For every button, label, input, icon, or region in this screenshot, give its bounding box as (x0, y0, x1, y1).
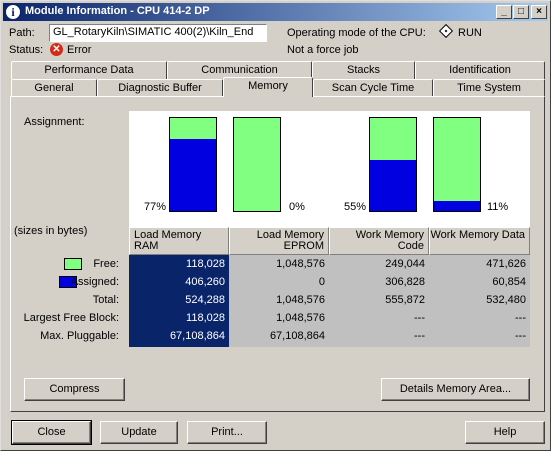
tab-identification[interactable]: Identification (415, 61, 545, 79)
assignment-label: Assignment: (24, 116, 85, 128)
table-cell[interactable]: 555,872 (329, 291, 429, 309)
module-information-window: i Module Information - CPU 414-2 DP _ □ … (0, 0, 551, 451)
compress-button[interactable]: Compress (24, 378, 125, 401)
table-cell[interactable]: 1,048,576 (229, 291, 329, 309)
table-cell[interactable]: 0 (229, 273, 329, 291)
table-cell[interactable]: 1,048,576 (229, 309, 329, 327)
help-button[interactable]: Help (465, 421, 545, 444)
row-label-free: Free: (93, 258, 119, 270)
row-label-max-pluggable: Max. Pluggable: (40, 330, 119, 342)
maximize-button[interactable]: □ (513, 5, 529, 19)
column-header-work-memory-code[interactable]: Work Memory Code (329, 227, 429, 255)
table-cell[interactable]: --- (329, 309, 429, 327)
update-button[interactable]: Update (100, 421, 178, 444)
memory-table: Load Memory RAM Load Memory EPROM Work M… (129, 227, 530, 347)
bar-work-memory-code-assigned (370, 159, 416, 211)
window-title: Module Information - CPU 414-2 DP (25, 5, 210, 17)
table-cell[interactable]: 471,626 (429, 255, 530, 273)
table-cell[interactable]: 1,048,576 (229, 255, 329, 273)
table-cell[interactable]: 67,108,864 (229, 327, 329, 345)
table-cell[interactable]: 67,108,864 (129, 327, 229, 345)
table-cell[interactable]: 60,854 (429, 273, 530, 291)
tab-diagnostic-buffer[interactable]: Diagnostic Buffer (97, 79, 223, 97)
close-window-button[interactable]: × (531, 5, 547, 19)
path-label: Path: (9, 27, 35, 39)
table-cell[interactable]: --- (429, 327, 530, 345)
bar-work-memory-data (433, 117, 481, 212)
bar-load-memory-ram-pct: 77% (144, 201, 167, 213)
details-memory-area-button[interactable]: Details Memory Area... (381, 378, 530, 401)
info-icon: i (5, 4, 21, 20)
run-mode-icon (438, 23, 454, 39)
tab-time-system[interactable]: Time System (433, 79, 545, 97)
table-cell[interactable]: --- (429, 309, 530, 327)
table-cell[interactable]: 406,260 (129, 273, 229, 291)
free-legend-swatch (64, 258, 82, 270)
status-value: Error (67, 44, 92, 56)
table-cell[interactable]: 524,288 (129, 291, 229, 309)
tab-memory[interactable]: Memory (223, 77, 313, 97)
bar-work-memory-code (369, 117, 417, 212)
operating-mode-value: RUN (458, 27, 482, 39)
title-bar[interactable]: i Module Information - CPU 414-2 DP _ □ … (3, 3, 548, 21)
memory-assignment-chart: 77% 0% 55% 11% (129, 111, 530, 227)
row-label-assigned: Assigned: (70, 276, 119, 288)
table-cell[interactable]: 532,480 (429, 291, 530, 309)
tab-stacks[interactable]: Stacks (312, 61, 415, 79)
bar-work-memory-data-assigned (434, 200, 480, 211)
bar-work-memory-code-pct: 55% (344, 201, 367, 213)
tab-performance-data[interactable]: Performance Data (11, 61, 167, 79)
close-button[interactable]: Close (11, 420, 92, 445)
operating-mode-label: Operating mode of the CPU: (287, 27, 426, 39)
bar-load-memory-eprom (233, 117, 281, 212)
tab-scan-cycle-time[interactable]: Scan Cycle Time (313, 79, 433, 97)
column-header-load-memory-eprom[interactable]: Load Memory EPROM (229, 227, 329, 255)
print-button[interactable]: Print... (187, 421, 267, 444)
sizes-label: (sizes in bytes) (14, 225, 88, 237)
bar-load-memory-ram (169, 117, 217, 212)
table-cell[interactable]: --- (329, 327, 429, 345)
row-label-largest-free-block: Largest Free Block: (23, 312, 119, 324)
tab-general[interactable]: General (11, 79, 97, 97)
row-label-total: Total: (92, 294, 119, 306)
bar-load-memory-eprom-pct: 0% (289, 201, 305, 213)
status-label: Status: (9, 44, 44, 56)
table-cell[interactable]: 306,828 (329, 273, 429, 291)
table-cell[interactable]: 118,028 (129, 309, 229, 327)
table-cell[interactable]: 118,028 (129, 255, 229, 273)
error-icon: ✕ (50, 43, 63, 56)
table-cell[interactable]: 249,044 (329, 255, 429, 273)
path-field: GL_RotaryKiln\SIMATIC 400(2)\Kiln_End (49, 24, 267, 42)
column-header-work-memory-data[interactable]: Work Memory Data (429, 227, 530, 255)
force-job-text: Not a force job (287, 44, 359, 56)
column-header-line1: Load Memory RAM (134, 229, 202, 252)
bar-load-memory-ram-assigned (170, 139, 216, 211)
bar-work-memory-data-pct: 11% (487, 201, 509, 213)
column-header-line2: Code (397, 240, 424, 252)
column-header-load-memory-ram[interactable]: Load Memory RAM (129, 227, 229, 255)
column-header-line2: EPROM (283, 240, 324, 252)
minimize-button[interactable]: _ (496, 5, 512, 19)
column-header-line1: Work Memory Data (430, 229, 525, 241)
